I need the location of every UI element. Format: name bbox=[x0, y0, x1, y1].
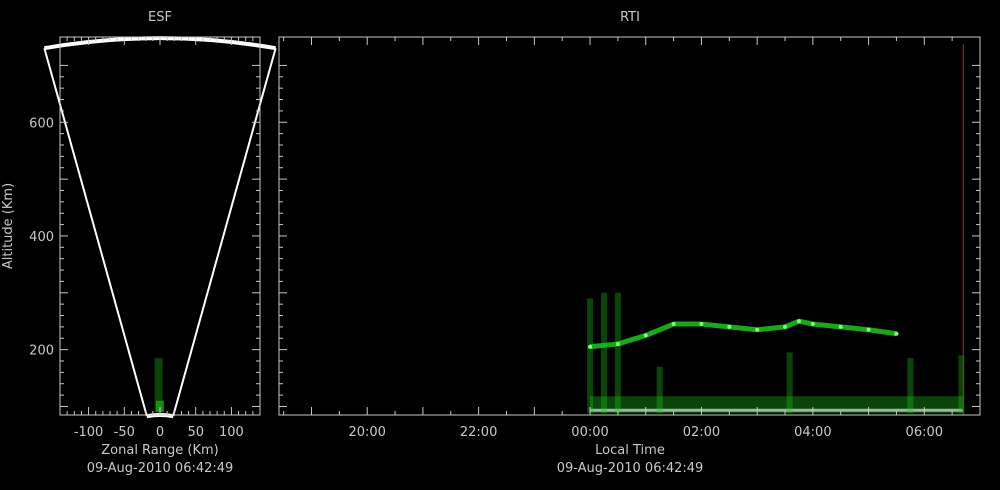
rti-trace-point bbox=[783, 324, 788, 329]
rti-timestamp: 09-Aug-2010 06:42:49 bbox=[557, 461, 704, 476]
esf-title: ESF bbox=[148, 10, 172, 25]
rti-trace-point bbox=[643, 333, 648, 338]
rti-plume bbox=[614, 292, 621, 414]
esf-x-tick-label: 100 bbox=[219, 425, 244, 440]
rti-trace-point bbox=[838, 324, 843, 329]
rti-x-tick-label: 02:00 bbox=[683, 425, 720, 440]
esf-x-tick-label: 0 bbox=[156, 425, 164, 440]
esf-x-tick-label: -50 bbox=[114, 425, 135, 440]
rti-axes: 20:00 22:00 00:00 02:00 04:00 06:00 bbox=[279, 37, 981, 440]
rti-trace-point bbox=[671, 322, 676, 327]
esf-x-axis-label: Zonal Range (Km) bbox=[101, 443, 218, 458]
rti-panel: RTI 20:00 22:00 00:00 02:00 04:00 06:00 Local… bbox=[278, 10, 981, 476]
rti-plot-frame bbox=[278, 36, 981, 416]
esf-x-tick-label: -100 bbox=[74, 425, 104, 440]
rti-plume bbox=[587, 298, 594, 414]
esf-axes: 200 400 600 -100 -50 0 50 100 bbox=[29, 37, 261, 440]
rti-plume bbox=[656, 366, 663, 414]
rti-layer-trace bbox=[589, 318, 897, 350]
rti-x-tick-label: 06:00 bbox=[906, 425, 943, 440]
rti-trace-point bbox=[588, 344, 593, 349]
rti-trace-point bbox=[894, 331, 899, 336]
esf-y-tick-label: 200 bbox=[29, 344, 54, 359]
esf-panel: ESF 200 400 600 -100 -50 0 50 100 Altitude (Km)… bbox=[1, 10, 277, 476]
esf-y-tick-label: 600 bbox=[29, 116, 54, 131]
rti-plume bbox=[907, 358, 914, 414]
rti-trace-point bbox=[796, 319, 801, 324]
rti-x-tick-label: 22:00 bbox=[460, 425, 497, 440]
esf-timestamp: 09-Aug-2010 06:42:49 bbox=[87, 461, 234, 476]
rti-trace-point bbox=[755, 327, 760, 332]
esf-x-tick-label: 50 bbox=[187, 425, 204, 440]
rti-x-axis-label: Local Time bbox=[595, 443, 665, 458]
esf-plot-area bbox=[43, 36, 277, 419]
rti-title: RTI bbox=[620, 10, 640, 25]
rti-trace-point bbox=[699, 322, 704, 327]
rti-x-tick-label: 04:00 bbox=[794, 425, 831, 440]
chart-canvas: ESF 200 400 600 -100 -50 0 50 100 Altitude (Km)… bbox=[1, 10, 981, 476]
rti-plot-area bbox=[587, 44, 965, 415]
rti-trace-point bbox=[615, 341, 620, 346]
rti-x-tick-label: 00:00 bbox=[571, 425, 608, 440]
rti-x-tick-label: 20:00 bbox=[348, 425, 385, 440]
rti-trace-point bbox=[727, 324, 732, 329]
rti-plume bbox=[600, 292, 607, 414]
esf-y-tick-label: 400 bbox=[29, 230, 54, 245]
rti-trace-point bbox=[810, 322, 815, 327]
rti-trace-point bbox=[866, 327, 871, 332]
esf-y-axis-label: Altitude (Km) bbox=[1, 183, 16, 269]
rti-plume bbox=[786, 352, 793, 414]
